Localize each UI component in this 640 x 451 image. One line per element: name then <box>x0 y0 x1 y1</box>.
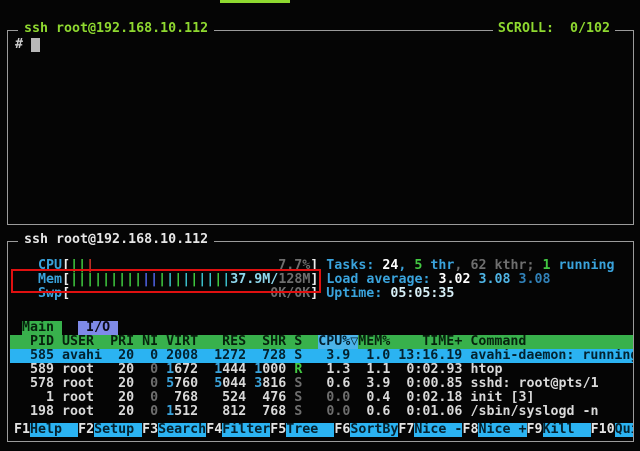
function-key-bar[interactable]: F1Help F2Setup F3SearchF4FilterF5Tree F6… <box>10 423 633 437</box>
process-row[interactable]: 1 root 20 0 768 524 476 S 0.0 0.4 0:02.1… <box>10 391 633 405</box>
process-row[interactable]: 198 root 20 0 1512 812 768 S 0.0 0.6 0:0… <box>10 405 633 419</box>
terminal-multiplexer-screen: ssh root@192.168.10.112 SCROLL: 0/102 # … <box>0 0 640 451</box>
decorative-green-line <box>220 0 290 3</box>
screen-tabs[interactable]: Main I/O <box>10 321 633 335</box>
pane-title: ssh root@192.168.10.112 <box>18 22 214 36</box>
process-table-header[interactable]: PID USER PRI NI VIRT RES SHR S CPU%▽MEM%… <box>10 335 633 349</box>
process-row[interactable]: 589 root 20 0 1672 1444 1000 R 1.3 1.1 0… <box>10 363 633 377</box>
scroll-indicator: SCROLL: 0/102 <box>493 22 615 36</box>
pane-title: ssh root@192.168.10.112 <box>18 233 214 247</box>
prompt-character: # <box>15 37 23 52</box>
text-cursor <box>31 38 40 52</box>
process-row-selected[interactable]: 585 avahi 20 0 2008 1272 728 S 3.9 1.0 1… <box>10 349 633 363</box>
terminal-pane-top[interactable]: ssh root@192.168.10.112 SCROLL: 0/102 # <box>7 30 634 225</box>
process-row[interactable]: 578 root 20 0 5760 5044 3816 S 0.6 3.9 0… <box>10 377 633 391</box>
annotation-red-box-mem-meter <box>11 269 321 293</box>
shell-prompt[interactable]: # <box>15 38 40 52</box>
